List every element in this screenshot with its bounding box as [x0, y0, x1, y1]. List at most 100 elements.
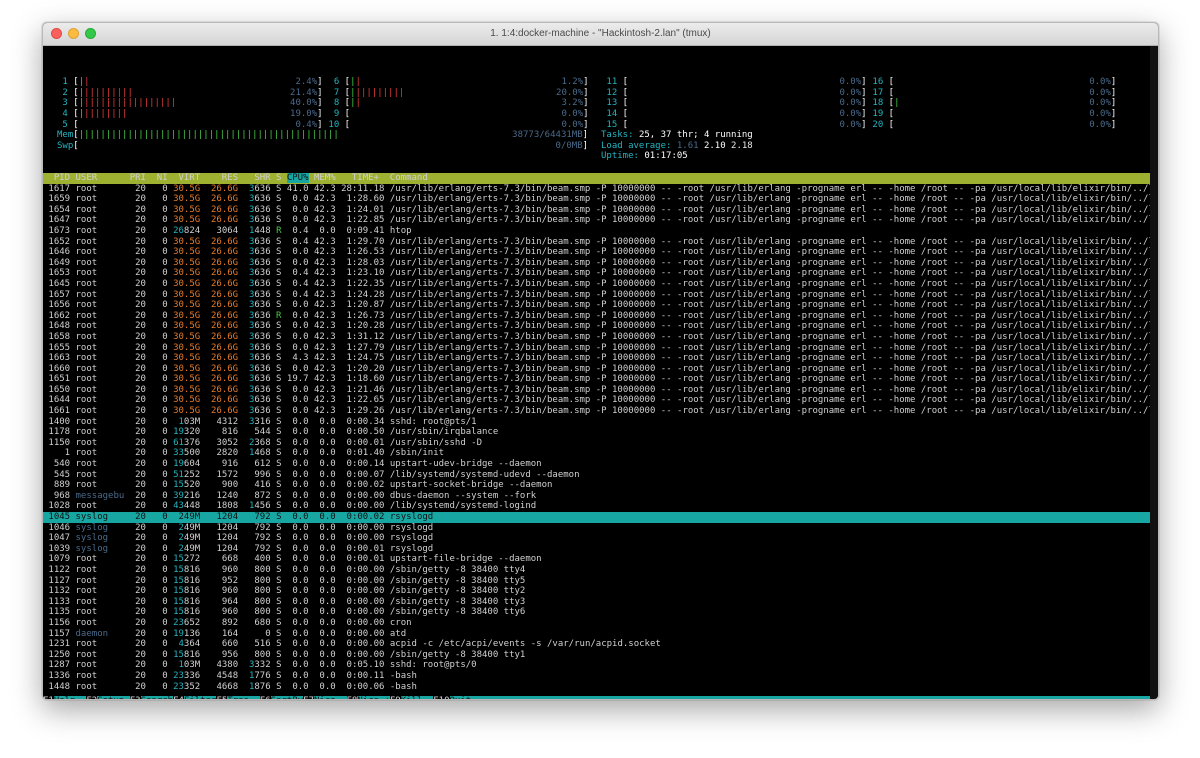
fkey-f6[interactable]: F6 — [260, 696, 271, 699]
process-row[interactable]: 968 messagebu 20 0 39216 1240 872 S 0.0 … — [43, 491, 1150, 502]
process-row[interactable]: 1039 syslog 20 0 249M 1204 792 S 0.0 0.0… — [43, 544, 1150, 555]
cpu-percent: 0.4% — [295, 119, 318, 130]
fkey-label-f3[interactable]: Search — [140, 696, 174, 699]
process-row[interactable]: 1287 root 20 0 103M 4380 3332 S 0.0 0.0 … — [43, 660, 1150, 671]
fkey-f3[interactable]: F3 — [130, 696, 141, 699]
process-row[interactable]: 540 root 20 0 19604 916 612 S 0.0 0.0 0:… — [43, 459, 1150, 470]
process-row[interactable]: 1658 root 20 0 30.5G 26.6G 3636 S 0.0 42… — [43, 332, 1150, 343]
process-row[interactable]: 1657 root 20 0 30.5G 26.6G 3636 S 0.4 42… — [43, 290, 1150, 301]
usage-cell: 0.4 42.3 1:24.28 — [281, 289, 390, 300]
cpu-number: 11 — [601, 77, 618, 88]
fkey-label-f9[interactable]: Kill — [400, 696, 434, 699]
fkey-f9[interactable]: F9 — [390, 696, 401, 699]
process-row[interactable]: 1 root 20 0 33500 2820 1468 S 0.0 0.0 0:… — [43, 448, 1150, 459]
fkey-label-f4[interactable]: Filter — [183, 696, 217, 699]
process-row[interactable]: 1646 root 20 0 30.5G 26.6G 3636 S 0.0 42… — [43, 247, 1150, 258]
process-row[interactable]: 1644 root 20 0 30.5G 26.6G 3636 S 0.0 42… — [43, 395, 1150, 406]
fkey-label-f8[interactable]: Nice + — [357, 696, 390, 699]
title-bar[interactable]: 1. 1:4:docker-machine - "Hackintosh-2.la… — [43, 23, 1158, 46]
process-row[interactable]: 1046 syslog 20 0 249M 1204 792 S 0.0 0.0… — [43, 523, 1150, 534]
state-cell: S — [270, 204, 282, 215]
process-row[interactable]: 1178 root 20 0 19320 816 544 S 0.0 0.0 0… — [43, 427, 1150, 438]
process-row[interactable]: 1654 root 20 0 30.5G 26.6G 3636 S 0.0 42… — [43, 205, 1150, 216]
process-row[interactable]: 1028 root 20 0 43448 1808 1456 S 0.0 0.0… — [43, 501, 1150, 512]
process-row[interactable]: 1661 root 20 0 30.5G 26.6G 3636 S 0.0 42… — [43, 406, 1150, 417]
process-row[interactable]: 1336 root 20 0 23336 4548 1776 S 0.0 0.0… — [43, 671, 1150, 682]
process-row[interactable]: 1448 root 20 0 23352 4668 1876 S 0.0 0.0… — [43, 682, 1150, 693]
scrollbar[interactable] — [1150, 46, 1158, 699]
process-row[interactable]: 1157 daemon 20 0 19136 164 0 S 0.0 0.0 0… — [43, 629, 1150, 640]
header-columns-left[interactable]: PID USER PRI NI VIRT RES SHR S — [43, 173, 287, 183]
process-row[interactable]: 1150 root 20 0 61376 3052 2368 S 0.0 0.0… — [43, 438, 1150, 449]
res-cell: 668 — [200, 554, 239, 565]
fkey-f10[interactable]: F10 — [433, 696, 449, 699]
process-row[interactable]: 1127 root 20 0 15816 952 800 S 0.0 0.0 0… — [43, 576, 1150, 587]
process-row[interactable]: 545 root 20 0 51252 1572 996 S 0.0 0.0 0… — [43, 470, 1150, 481]
process-row[interactable]: 1653 root 20 0 30.5G 26.6G 3636 S 0.4 42… — [43, 268, 1150, 279]
cpu-meter-12: 12 [ 0.0%] — [601, 87, 867, 98]
process-row[interactable]: 1079 root 20 0 15272 668 400 S 0.0 0.0 0… — [43, 554, 1150, 565]
usage-cell: 41.0 42.3 28:11.18 — [281, 183, 390, 194]
fkey-f4[interactable]: F4 — [173, 696, 184, 699]
process-row[interactable]: 1648 root 20 0 30.5G 26.6G 3636 S 0.0 42… — [43, 321, 1150, 332]
command-cell: rsyslogd — [389, 533, 434, 544]
process-row[interactable]: 1132 root 20 0 15816 960 800 S 0.0 0.0 0… — [43, 586, 1150, 597]
process-row[interactable]: 1673 root 20 0 26824 3064 1448 R 0.4 0.0… — [43, 226, 1150, 237]
header-columns-right[interactable]: MEM% TIME+ Command — [309, 173, 1150, 183]
process-row[interactable]: 1617 root 20 0 30.5G 26.6G 3636 S 41.0 4… — [43, 184, 1150, 195]
fkey-f1[interactable]: F1 — [43, 696, 54, 699]
process-row[interactable]: 1133 root 20 0 15816 964 800 S 0.0 0.0 0… — [43, 597, 1150, 608]
command-cell: /usr/lib/erlang/erts-7.3/bin/beam.smp -P… — [389, 183, 1150, 194]
process-row[interactable]: 1651 root 20 0 30.5G 26.6G 3636 S 19.7 4… — [43, 374, 1150, 385]
process-row[interactable]: 1645 root 20 0 30.5G 26.6G 3636 S 0.4 42… — [43, 279, 1150, 290]
fkey-f7[interactable]: F7 — [303, 696, 314, 699]
process-row[interactable]: 1045 syslog 20 0 249M 1204 792 S 0.0 0.0… — [43, 512, 1150, 523]
process-row[interactable]: 1650 root 20 0 30.5G 26.6G 3636 S 0.0 42… — [43, 385, 1150, 396]
process-row[interactable]: 1655 root 20 0 30.5G 26.6G 3636 S 0.0 42… — [43, 343, 1150, 354]
uptime-label: Uptime: — [601, 151, 645, 162]
process-row[interactable]: 1135 root 20 0 15816 960 800 S 0.0 0.0 0… — [43, 607, 1150, 618]
maximize-button[interactable] — [85, 28, 96, 39]
htop-screen[interactable]: 1 [|| 2.4%] 2 [|||||||||| 21.4%] 3 [||||… — [43, 46, 1158, 699]
process-row[interactable]: 1659 root 20 0 30.5G 26.6G 3636 S 0.0 42… — [43, 194, 1150, 205]
process-row[interactable]: 1400 root 20 0 103M 4312 3316 S 0.0 0.0 … — [43, 417, 1150, 428]
process-row[interactable]: 1122 root 20 0 15816 960 800 S 0.0 0.0 0… — [43, 565, 1150, 576]
process-row[interactable]: 1647 root 20 0 30.5G 26.6G 3636 S 0.0 42… — [43, 215, 1150, 226]
pid-cell: 1654 — [43, 204, 76, 215]
process-row[interactable]: 1047 syslog 20 0 249M 1204 792 S 0.0 0.0… — [43, 533, 1150, 544]
process-row[interactable]: 1649 root 20 0 30.5G 26.6G 3636 S 0.0 42… — [43, 258, 1150, 269]
command-cell: /usr/lib/erlang/erts-7.3/bin/beam.smp -P… — [389, 236, 1150, 247]
fkey-f2[interactable]: F2 — [86, 696, 97, 699]
fkey-f8[interactable]: F8 — [347, 696, 358, 699]
sort-column-cpu[interactable]: CPU% — [286, 173, 309, 183]
fkey-label-f2[interactable]: Setup — [97, 696, 130, 699]
process-row[interactable]: 1652 root 20 0 30.5G 26.6G 3636 S 0.4 42… — [43, 237, 1150, 248]
fkey-label-f5[interactable]: Tree — [227, 696, 260, 699]
priority-cell: 20 0 — [124, 247, 174, 258]
usage-cell: 0.0 42.3 1:26.53 — [281, 247, 390, 258]
process-row[interactable]: 1660 root 20 0 30.5G 26.6G 3636 S 0.0 42… — [43, 364, 1150, 375]
fkey-label-f7[interactable]: Nice - — [314, 696, 347, 699]
minimize-button[interactable] — [68, 28, 79, 39]
process-row[interactable]: 1662 root 20 0 30.5G 26.6G 3636 R 0.0 42… — [43, 311, 1150, 322]
pid-cell: 1336 — [43, 670, 76, 681]
pid-cell: 1648 — [43, 321, 76, 332]
priority-cell: 20 0 — [124, 649, 174, 660]
shr-cell: 3316 — [248, 416, 271, 427]
fkey-label-f10[interactable]: Quit — [449, 696, 1158, 699]
process-row[interactable]: 1663 root 20 0 30.5G 26.6G 3636 S 4.3 42… — [43, 353, 1150, 364]
process-row[interactable]: 1250 root 20 0 15816 956 800 S 0.0 0.0 0… — [43, 650, 1150, 661]
fkey-f5[interactable]: F5 — [216, 696, 227, 699]
command-cell: upstart-file-bridge --daemon — [389, 554, 542, 565]
process-header[interactable]: PID USER PRI NI VIRT RES SHR S CPU% MEM%… — [43, 173, 1150, 184]
process-row[interactable]: 1656 root 20 0 30.5G 26.6G 3636 S 0.0 42… — [43, 300, 1150, 311]
priority-cell: 20 0 — [124, 543, 174, 554]
process-table[interactable]: PID USER PRI NI VIRT RES SHR S CPU% MEM%… — [43, 173, 1150, 692]
process-row[interactable]: 889 root 20 0 15520 900 416 S 0.0 0.0 0:… — [43, 480, 1150, 491]
fkey-label-f6[interactable]: SortBy — [270, 696, 304, 699]
process-row[interactable]: 1231 root 20 0 4364 660 516 S 0.0 0.0 0:… — [43, 639, 1150, 650]
priority-cell: 20 0 — [124, 406, 174, 417]
fkey-label-f1[interactable]: Help — [53, 696, 87, 699]
process-row[interactable]: 1156 root 20 0 23652 892 680 S 0.0 0.0 0… — [43, 618, 1150, 629]
close-button[interactable] — [51, 28, 62, 39]
